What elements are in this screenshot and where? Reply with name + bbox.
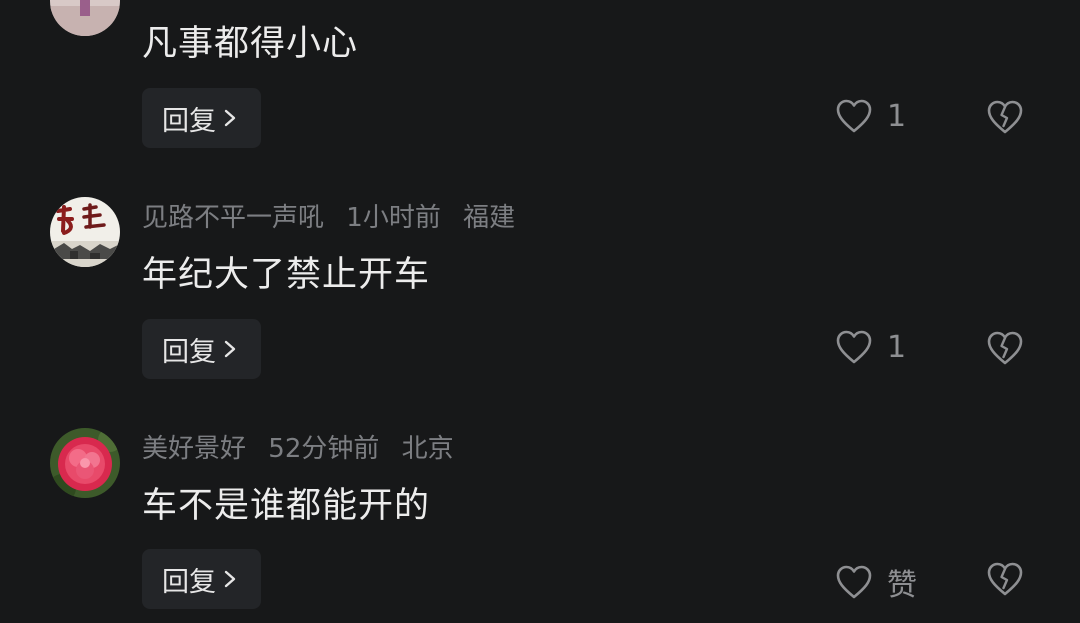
reply-label: 回复 [162,105,216,137]
comment-text: 车不是谁都能开的 [142,486,431,526]
like-label: 赞 [887,568,917,603]
user-avatar-photo-icon[interactable] [50,0,120,36]
like-count: 1 [887,98,907,134]
location: 福建 [463,203,516,233]
like-count: 1 [887,329,907,365]
reply-label: 回复 [162,566,216,598]
like-button[interactable]: 1 [835,98,906,134]
peony-flower-avatar-icon[interactable] [50,428,120,498]
comment-meta: 美好景好 52分钟前 北京 [142,433,468,465]
heart-icon [835,98,873,134]
calligraphy-avatar-icon[interactable] [50,197,120,267]
broken-heart-icon [985,98,1025,136]
comment-list: 凡事都得小心 回复 1 见路不平一声吼 1小时前 福建 年纪大了禁止开车 回复 … [0,0,1080,623]
chevron-right-icon [220,108,240,128]
username[interactable]: 见路不平一声吼 [142,203,324,233]
username[interactable]: 美好景好 [142,434,246,464]
like-button[interactable]: 赞 [835,560,917,604]
reply-label: 回复 [162,336,216,368]
broken-heart-icon [985,560,1025,598]
timestamp: 1小时前 [346,203,441,233]
chevron-right-icon [220,339,240,359]
dislike-button[interactable] [985,98,1025,138]
reply-button[interactable]: 回复 [142,549,261,609]
heart-icon [835,329,873,365]
dislike-button[interactable] [985,560,1025,600]
comment-text: 凡事都得小心 [142,24,359,64]
reply-button[interactable]: 回复 [142,319,261,379]
reply-button[interactable]: 回复 [142,88,261,148]
comment-text: 年纪大了禁止开车 [142,255,431,295]
broken-heart-icon [985,329,1025,367]
comment-meta: 见路不平一声吼 1小时前 福建 [142,202,529,234]
location: 北京 [401,434,454,464]
chevron-right-icon [220,569,240,589]
timestamp: 52分钟前 [268,434,380,464]
heart-icon [835,564,873,600]
like-button[interactable]: 1 [835,329,906,365]
dislike-button[interactable] [985,329,1025,369]
